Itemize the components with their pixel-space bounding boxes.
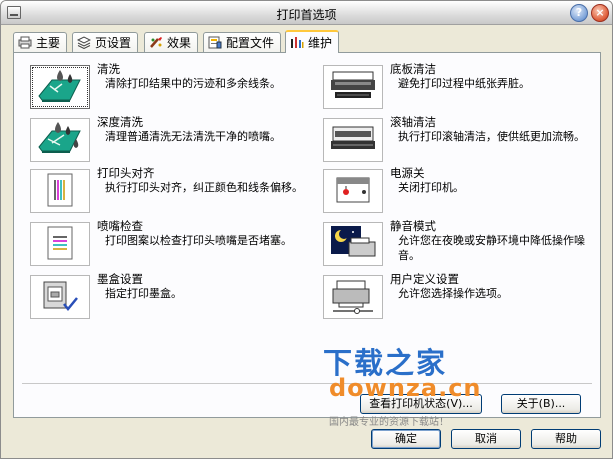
- deep-cleaning-item[interactable]: 深度清洗 清理普通清洗无法清洗干净的喷嘴。: [30, 114, 300, 164]
- quiet-mode-title: 静音模式: [390, 219, 436, 233]
- nozzle-check-description: 打印图案以检查打印头喷嘴是否堵塞。: [105, 234, 292, 247]
- roller-cleaning-button[interactable]: [323, 118, 383, 162]
- effects-icon: [149, 36, 163, 49]
- cancel-button[interactable]: 取消: [451, 429, 521, 449]
- cleaning-item[interactable]: 清洗 清除打印结果中的污迹和多余线条。: [30, 61, 300, 111]
- tab-main-label: 主要: [36, 36, 61, 50]
- quiet-mode-button[interactable]: [323, 222, 383, 266]
- about-button[interactable]: 关于(B)...: [501, 394, 581, 414]
- power-off-description: 关闭打印机。: [398, 181, 464, 194]
- deep-cleaning-title: 深度清洗: [97, 115, 143, 129]
- roller-cleaning-item[interactable]: 滚轴清洁 执行打印滚轴清洁，使供纸更加流畅。: [323, 114, 593, 164]
- help-title-button[interactable]: ?: [570, 4, 588, 22]
- quiet-mode-icon: [329, 224, 377, 265]
- deep-cleaning-description: 清理普通清洗无法清洗干净的喷嘴。: [105, 130, 281, 143]
- page-setup-icon: [76, 36, 92, 50]
- custom-settings-item[interactable]: 用户定义设置 允许您选择操作选项。: [323, 271, 593, 321]
- print-head-alignment-item[interactable]: 打印头对齐 执行打印头对齐，纠正颜色和线条偏移。: [30, 165, 303, 215]
- deep-cleaning-button[interactable]: [30, 118, 90, 162]
- power-off-button[interactable]: [323, 169, 383, 213]
- cleaning-button[interactable]: [30, 65, 90, 109]
- tab-page-setup[interactable]: 页设置: [72, 32, 139, 52]
- close-button[interactable]: ×: [591, 4, 609, 22]
- print-head-alignment-button[interactable]: [30, 169, 90, 213]
- ink-cartridge-title: 墨盒设置: [97, 272, 143, 286]
- tab-effects[interactable]: 效果: [144, 32, 199, 52]
- tab-effects-label: 效果: [167, 36, 192, 50]
- panel-divider: [22, 383, 592, 384]
- bottom-plate-cleaning-title: 底板清洁: [390, 62, 436, 76]
- custom-settings-button[interactable]: [323, 275, 383, 319]
- ink-cartridge-button[interactable]: [30, 275, 90, 319]
- bottom-plate-cleaning-description: 避免打印过程中纸张弄脏。: [398, 77, 530, 90]
- nozzle-check-title: 喷嘴检查: [97, 219, 143, 233]
- tab-profile-label: 配置文件: [226, 36, 275, 50]
- maintenance-icon: [290, 36, 304, 49]
- power-off-item[interactable]: 电源关 关闭打印机。: [323, 165, 593, 215]
- tab-main[interactable]: 主要: [13, 32, 68, 52]
- bottom-plate-cleaning-icon: [329, 68, 377, 107]
- print-head-alignment-title: 打印头对齐: [97, 166, 155, 180]
- quiet-mode-description: 允许您在夜晚或安静环境中降低操作噪音。: [398, 234, 585, 262]
- power-off-icon: [331, 172, 375, 211]
- ink-cartridge-description: 指定打印墨盒。: [105, 287, 182, 300]
- nozzle-check-button[interactable]: [30, 222, 90, 266]
- quiet-mode-item[interactable]: 静音模式 允许您在夜晚或安静环境中降低操作噪音。: [323, 218, 593, 268]
- tab-profile[interactable]: 配置文件: [203, 32, 282, 52]
- bottom-plate-cleaning-button[interactable]: [323, 65, 383, 109]
- custom-settings-title: 用户定义设置: [390, 272, 459, 286]
- main-tab-icon: [18, 36, 32, 49]
- print-head-alignment-icon: [45, 172, 75, 211]
- custom-settings-icon: [329, 277, 377, 318]
- cleaning-title: 清洗: [97, 62, 120, 76]
- deep-cleaning-icon: [36, 121, 84, 160]
- roller-cleaning-description: 执行打印滚轴清洁，使供纸更加流畅。: [398, 130, 585, 143]
- cleaning-description: 清除打印结果中的污迹和多余线条。: [105, 77, 281, 90]
- help-button[interactable]: 帮助: [531, 429, 601, 449]
- ink-cartridge-item[interactable]: 墨盒设置 指定打印墨盒。: [30, 271, 300, 321]
- roller-cleaning-icon: [329, 121, 377, 160]
- bottom-plate-cleaning-item[interactable]: 底板清洁 避免打印过程中纸张弄脏。: [323, 61, 593, 111]
- ok-button[interactable]: 确定: [371, 429, 441, 449]
- tab-maintenance[interactable]: 维护: [285, 30, 340, 53]
- nozzle-check-item[interactable]: 喷嘴检查 打印图案以检查打印头喷嘴是否堵塞。: [30, 218, 300, 268]
- maintenance-panel: 清洗 清除打印结果中的污迹和多余线条。 深度清洗 清理普通清洗无法清洗干净的喷嘴…: [13, 52, 601, 418]
- profile-icon: [208, 36, 222, 49]
- tab-maintenance-label: 维护: [308, 36, 333, 50]
- watermark: 下载之家 downza.cn 国内最专业的资源下载站！: [321, 340, 481, 428]
- tab-page-setup-label: 页设置: [95, 36, 132, 50]
- watermark-slogan: 国内最专业的资源下载站！: [329, 417, 449, 428]
- power-off-title: 电源关: [390, 166, 425, 180]
- title-bar[interactable]: 打印首选项 ? ×: [1, 1, 612, 25]
- printing-preferences-dialog: 打印首选项 ? × 主要 页设置 效果 配置文件 维护 清洗 清除打印结果中的污…: [0, 0, 613, 459]
- watermark-domain: downza.cn: [329, 374, 482, 402]
- ink-cartridge-icon: [40, 278, 80, 317]
- print-head-alignment-description: 执行打印头对齐，纠正颜色和线条偏移。: [105, 181, 303, 194]
- custom-settings-description: 允许您选择操作选项。: [398, 287, 508, 300]
- roller-cleaning-title: 滚轴清洁: [390, 115, 436, 129]
- cleaning-icon: [36, 68, 84, 107]
- nozzle-check-icon: [45, 225, 75, 264]
- window-title: 打印首选项: [276, 8, 337, 22]
